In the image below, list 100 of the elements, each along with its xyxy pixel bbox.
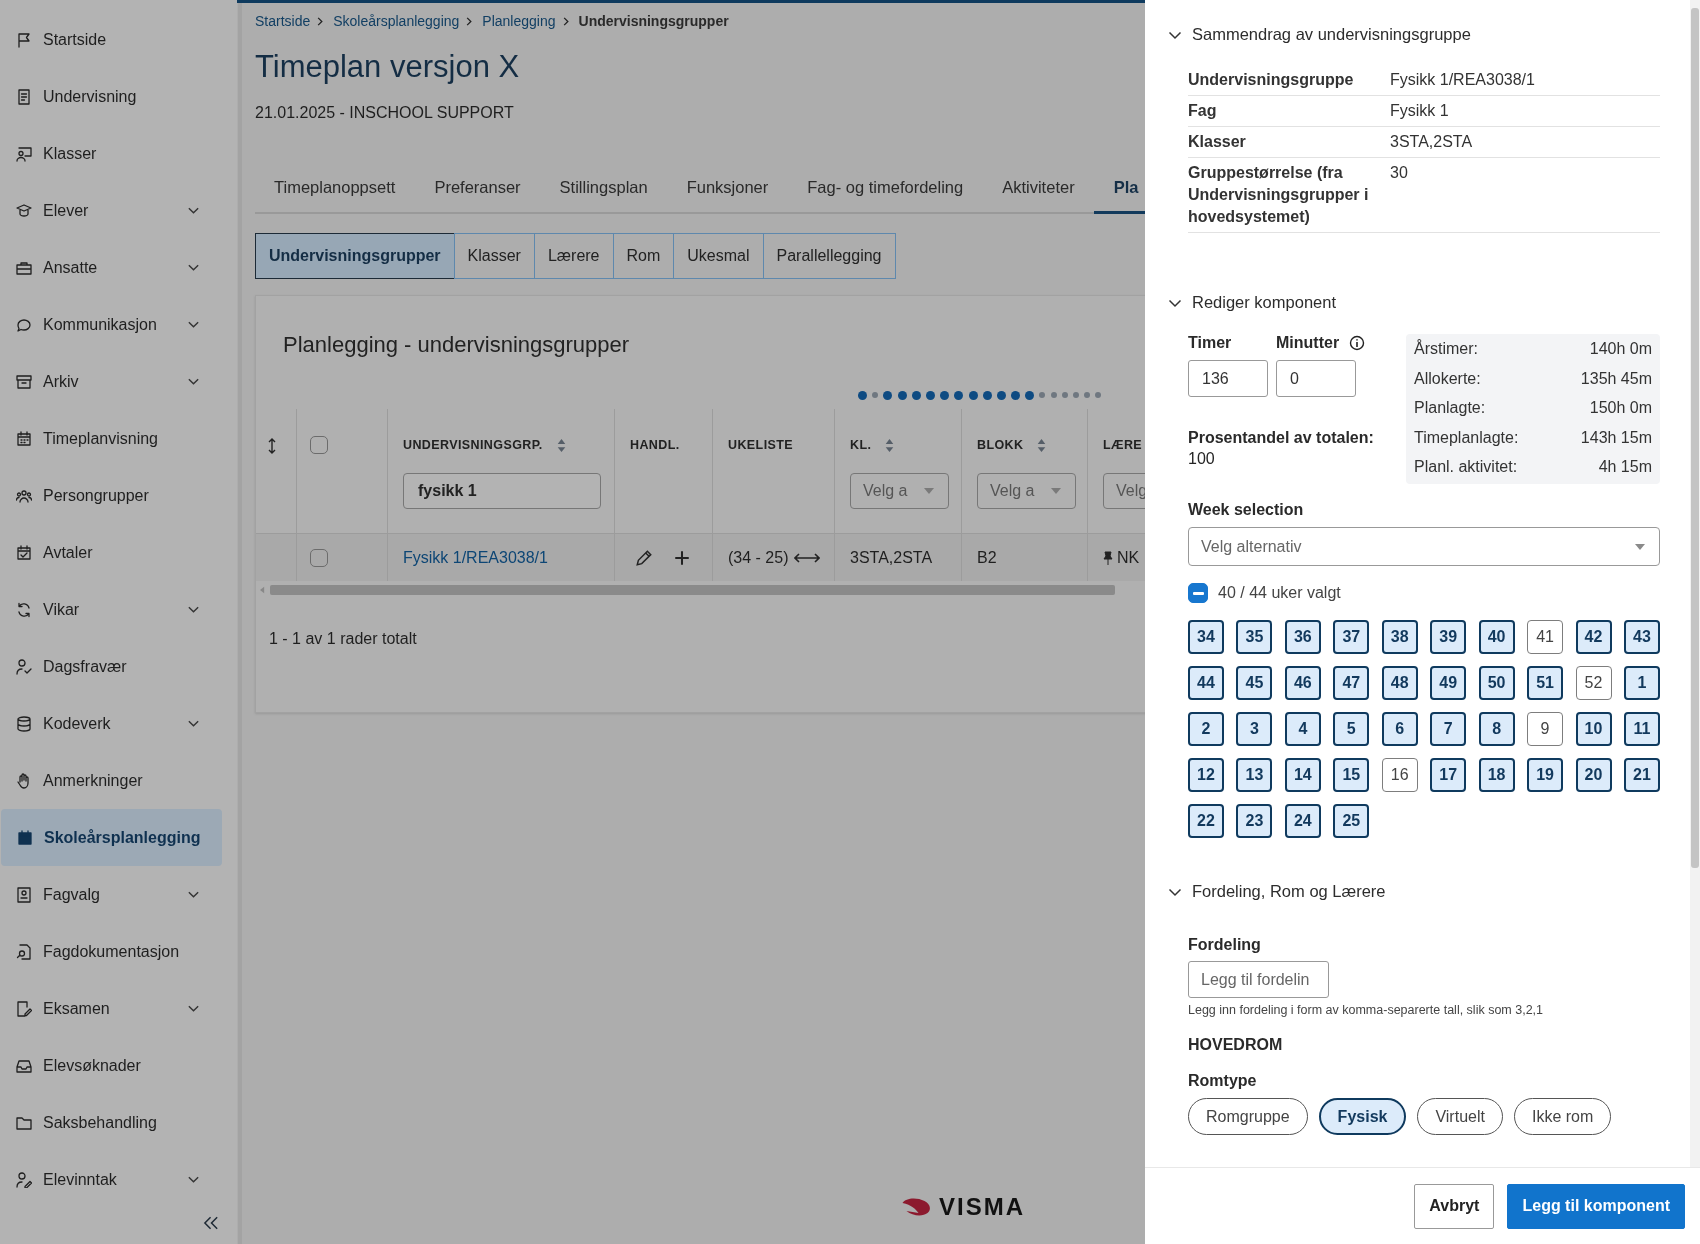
room-type-toggle[interactable]: Virtuelt: [1417, 1098, 1503, 1135]
page-dot[interactable]: [872, 392, 879, 398]
tab[interactable]: Stillingsplan: [539, 172, 668, 212]
sidebar-item[interactable]: Fagdokumentasjon: [0, 923, 223, 980]
week-toggle[interactable]: 8: [1478, 712, 1515, 746]
sidebar-item[interactable]: Elevinntak: [0, 1151, 223, 1208]
page-dot[interactable]: [1011, 390, 1021, 400]
week-toggle[interactable]: 22: [1188, 804, 1224, 838]
week-toggle[interactable]: 49: [1430, 666, 1467, 700]
page-dot[interactable]: [858, 390, 867, 400]
tab[interactable]: Fag- og timefordeling: [787, 172, 984, 212]
page-dot[interactable]: [1061, 392, 1068, 398]
week-toggle[interactable]: 12: [1188, 758, 1224, 792]
sidebar-item[interactable]: Elevsøknader: [0, 1037, 223, 1094]
week-toggle[interactable]: 34: [1188, 620, 1224, 654]
sidebar-item[interactable]: Kommunikasjon: [0, 296, 223, 353]
sidebar-item[interactable]: Ansatte: [0, 239, 223, 296]
week-dropdown[interactable]: Velg alternativ: [1188, 527, 1660, 566]
checkbox[interactable]: [310, 436, 328, 454]
page-dot[interactable]: [996, 390, 1006, 400]
checkbox[interactable]: [310, 548, 328, 567]
add-component-button[interactable]: Legg til komponent: [1507, 1183, 1685, 1229]
tab[interactable]: Preferanser: [414, 172, 541, 212]
week-toggle[interactable]: 18: [1478, 758, 1515, 792]
page-dot[interactable]: [925, 390, 935, 400]
week-toggle[interactable]: 4: [1284, 712, 1321, 746]
sidebar-item[interactable]: Skoleårsplanlegging: [1, 809, 223, 866]
subtab[interactable]: Undervisningsgrupper: [255, 233, 455, 279]
week-toggle[interactable]: 36: [1284, 620, 1321, 654]
week-toggle[interactable]: 45: [1236, 666, 1273, 700]
week-toggle[interactable]: 19: [1527, 758, 1564, 792]
sidebar-item[interactable]: Eksamen: [0, 980, 223, 1037]
week-toggle[interactable]: 9: [1527, 712, 1564, 746]
week-toggle[interactable]: 52: [1575, 666, 1612, 700]
page-dot[interactable]: [897, 390, 907, 400]
page-dot[interactable]: [1095, 392, 1102, 398]
breadcrumb-link[interactable]: Startside: [255, 13, 311, 29]
week-toggle[interactable]: 44: [1188, 666, 1224, 700]
week-toggle[interactable]: 20: [1575, 758, 1612, 792]
week-toggle[interactable]: 5: [1333, 712, 1370, 746]
page-dot[interactable]: [1025, 390, 1035, 400]
week-toggle[interactable]: 1: [1623, 666, 1660, 700]
week-toggle[interactable]: 14: [1284, 758, 1321, 792]
week-toggle[interactable]: 43: [1623, 620, 1660, 654]
page-dot[interactable]: [982, 390, 992, 400]
week-toggle[interactable]: 7: [1430, 712, 1467, 746]
week-toggle[interactable]: 39: [1430, 620, 1467, 654]
sidebar-item[interactable]: Startside: [0, 11, 223, 68]
tab[interactable]: Aktiviteter: [982, 172, 1095, 212]
sidebar-item[interactable]: Elever: [0, 182, 223, 239]
room-type-toggle[interactable]: Ikke rom: [1513, 1098, 1612, 1135]
sidebar-item[interactable]: Vikar: [0, 581, 223, 638]
sidebar-item[interactable]: Timeplanvisning: [0, 410, 223, 467]
checkbox[interactable]: [1188, 583, 1208, 603]
week-toggle[interactable]: 6: [1381, 712, 1418, 746]
room-type-toggle[interactable]: Fysisk: [1318, 1098, 1407, 1135]
breadcrumb-link[interactable]: Skoleårsplanlegging: [333, 13, 460, 29]
page-dot[interactable]: [1039, 392, 1046, 398]
week-toggle[interactable]: 42: [1575, 620, 1612, 654]
cancel-button[interactable]: Avbryt: [1414, 1183, 1495, 1229]
page-dot[interactable]: [954, 390, 964, 400]
double-arrow-icon[interactable]: [794, 551, 821, 564]
sidebar-item[interactable]: Persongrupper: [0, 467, 223, 524]
plus-icon[interactable]: [673, 548, 691, 567]
subtab[interactable]: Parallellegging: [762, 233, 896, 279]
scrollbar[interactable]: [238, 0, 243, 1244]
sidebar-item[interactable]: Arkiv: [0, 353, 223, 410]
section-title[interactable]: Fordeling, Rom og Lærere: [1192, 882, 1386, 901]
sidebar-item[interactable]: Undervisning: [0, 68, 223, 125]
week-toggle[interactable]: 50: [1478, 666, 1515, 700]
week-toggle[interactable]: 23: [1236, 804, 1273, 838]
page-dot[interactable]: [1084, 392, 1091, 398]
week-toggle[interactable]: 16: [1381, 758, 1418, 792]
week-toggle[interactable]: 24: [1284, 804, 1321, 838]
section-title[interactable]: Rediger komponent: [1192, 293, 1336, 312]
sidebar-item[interactable]: Kodeverk: [0, 695, 223, 752]
subtab[interactable]: Rom: [612, 233, 675, 279]
sidebar-item[interactable]: Saksbehandling: [0, 1094, 223, 1151]
sidebar-item[interactable]: Klasser: [0, 125, 223, 182]
tab[interactable]: Timeplanoppsett: [255, 172, 416, 212]
subtab[interactable]: Ukesmal: [673, 233, 764, 279]
week-toggle[interactable]: 21: [1623, 758, 1660, 792]
week-toggle[interactable]: 37: [1333, 620, 1370, 654]
page-dot[interactable]: [940, 390, 950, 400]
sidebar-item[interactable]: Fagvalg: [0, 866, 223, 923]
room-type-toggle[interactable]: Romgruppe: [1188, 1098, 1308, 1135]
sidebar-item[interactable]: Dagsfravær: [0, 638, 223, 695]
scrollbar[interactable]: [1690, 0, 1700, 1167]
breadcrumb-link[interactable]: Planlegging: [482, 13, 556, 29]
sidebar-item[interactable]: Anmerkninger: [0, 752, 223, 809]
week-toggle[interactable]: 41: [1527, 620, 1564, 654]
week-toggle[interactable]: 13: [1236, 758, 1273, 792]
page-dot[interactable]: [883, 390, 893, 400]
minutes-field[interactable]: 0: [1276, 360, 1356, 397]
week-toggle[interactable]: 17: [1430, 758, 1467, 792]
week-toggle[interactable]: 38: [1381, 620, 1418, 654]
week-toggle[interactable]: 2: [1188, 712, 1224, 746]
distribution-field[interactable]: Legg til fordelin: [1188, 961, 1329, 998]
week-toggle[interactable]: 15: [1333, 758, 1370, 792]
info-icon[interactable]: [1349, 335, 1366, 351]
